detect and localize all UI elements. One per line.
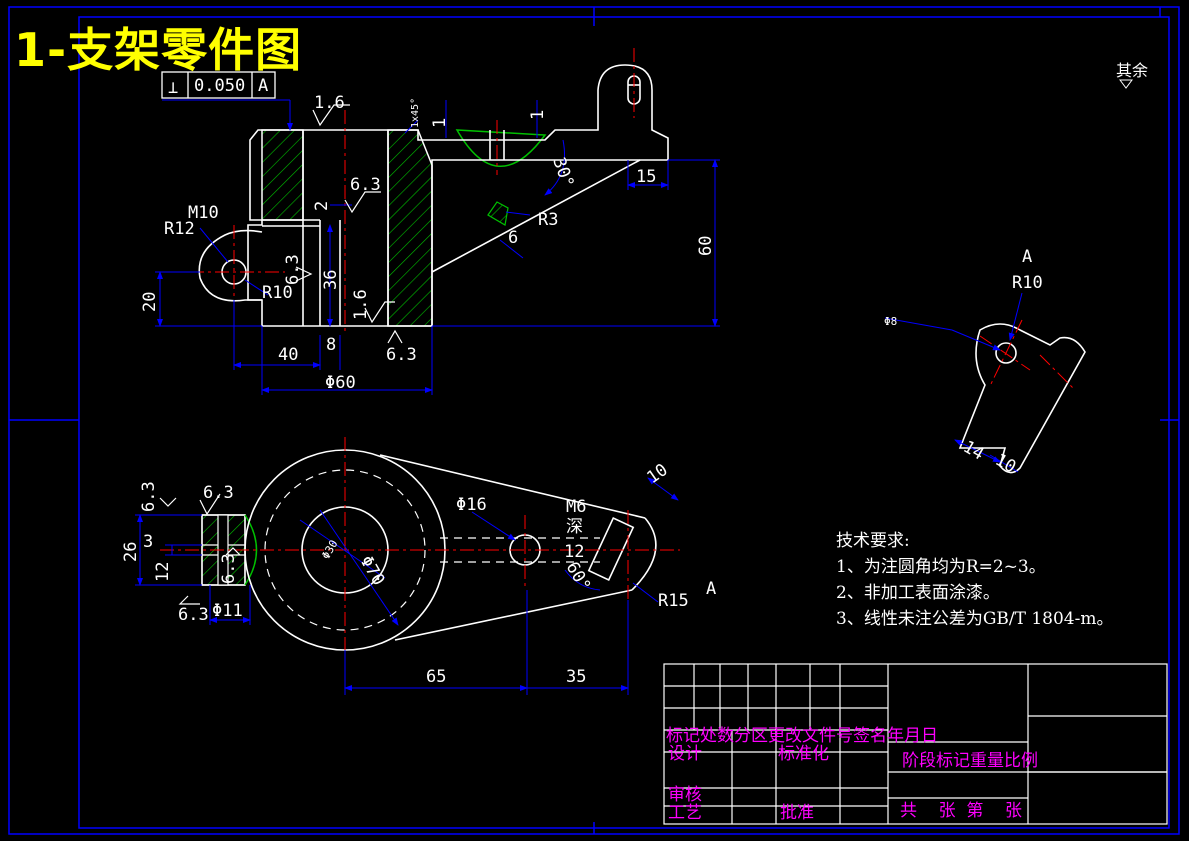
tb-process: 工艺: [668, 803, 702, 823]
tech-item-3: 3、线性未注公差为GB/T 1804-m。: [836, 609, 1114, 629]
hatch-right: [387, 129, 433, 327]
tb-mark-row: 标记处数分区更改文件号签名年月日: [666, 726, 938, 746]
tb-standardize: 标准化: [778, 744, 829, 764]
roughness-3: 6.3: [283, 254, 303, 285]
tb-stage: 阶段标记重量比例: [902, 751, 1038, 771]
section-a-phi8: Φ8: [884, 315, 897, 328]
dim-8: 8: [326, 335, 336, 355]
frame-ticks: [9, 7, 1179, 834]
section-a-r10: R10: [1012, 273, 1043, 293]
top-view: 6.3 6.3 6.3 6.3 26 3 12 Φ11 Φ30 Φ70 Φ16 …: [121, 437, 716, 695]
roughness-7: 6.3: [203, 483, 234, 503]
dim-1b: 1: [528, 110, 548, 120]
hatch-left: [261, 129, 304, 221]
dim-r15: R15: [658, 591, 689, 611]
front-view: ⊥ 0.050 A 1.6 6.3 6.3 6.3 1.6 1x45° 1 1 …: [140, 48, 720, 395]
tech-heading: 技术要求:: [836, 531, 910, 551]
dim-m6: M6: [566, 497, 586, 517]
tech-item-2: 2、非加工表面涂漆。: [836, 583, 1000, 603]
dim-r10: R10: [262, 283, 293, 303]
roughness-5: 6.3: [386, 345, 417, 365]
dim-40: 40: [278, 345, 298, 365]
dim-r12: R12: [164, 219, 195, 239]
tb-review: 审核: [668, 785, 702, 805]
inner-frame: [78, 16, 1170, 829]
surface-rest-note: 其余: [1116, 61, 1148, 80]
tech-item-1: 1、为注圆角均为R=2~3。: [836, 557, 1046, 577]
drawing-title: 1-支架零件图: [14, 23, 303, 77]
dim-10: 10: [643, 460, 671, 488]
roughness-2: 6.3: [350, 175, 381, 195]
dim-15: 15: [636, 167, 656, 187]
dim-angle60: 60°: [562, 559, 595, 596]
dim-deep: 深: [566, 517, 583, 537]
dim-26: 26: [121, 542, 141, 562]
tech-requirements: 技术要求: 1、为注圆角均为R=2~3。 2、非加工表面涂漆。 3、线性未注公差…: [836, 528, 1114, 632]
roughness-9: 6.3: [219, 553, 239, 584]
dim-12b: 12: [564, 542, 584, 562]
roughness-8: 6.3: [178, 605, 209, 625]
section-a-10: 10: [992, 450, 1020, 478]
roughness-6: 6.3: [139, 481, 159, 512]
dim-phi70: Φ70: [356, 553, 389, 590]
dim-r3: R3: [538, 210, 558, 230]
outer-frame: [8, 6, 1180, 835]
dim-phi16: Φ16: [456, 495, 487, 515]
section-a-view: A R10 Φ8 14 10: [884, 247, 1086, 478]
hatch-small: [487, 201, 509, 226]
dim-1a: 1: [430, 118, 450, 128]
tolerance-symbol: ⊥: [168, 78, 178, 98]
dim-phi11: Φ11: [212, 601, 243, 621]
dim-20: 20: [140, 292, 160, 312]
body-outline: [247, 64, 669, 327]
roughness-4: 1.6: [351, 289, 371, 320]
engineering-drawing: ⊥ 0.050 A 1.6 6.3 6.3 6.3 1.6 1x45° 1 1 …: [8, 6, 1180, 835]
dim-36: 36: [321, 270, 341, 290]
dim-3: 3: [143, 532, 153, 552]
left-lug: [198, 229, 263, 302]
dim-12: 12: [153, 562, 173, 582]
dim-6: 6: [508, 228, 518, 248]
tb-approve: 批准: [780, 803, 814, 823]
dim-65: 65: [426, 667, 446, 687]
dim-60: 60: [696, 236, 716, 256]
section-a-label: A: [1022, 247, 1032, 267]
roughness-1: 1.6: [314, 93, 345, 113]
view-a-arrow-label: A: [706, 579, 716, 599]
tb-sheets: 共 张 第 张: [900, 801, 1022, 821]
dim-phi60: Φ60: [325, 373, 356, 393]
dim-phi30: Φ30: [319, 538, 340, 562]
chamfer-dim: 1x45°: [410, 98, 421, 128]
tb-design: 设计: [668, 744, 702, 764]
dim-2: 2: [312, 201, 332, 211]
hatch-arc: [455, 129, 547, 167]
dim-35: 35: [566, 667, 586, 687]
section-a-14: 14: [960, 437, 988, 465]
